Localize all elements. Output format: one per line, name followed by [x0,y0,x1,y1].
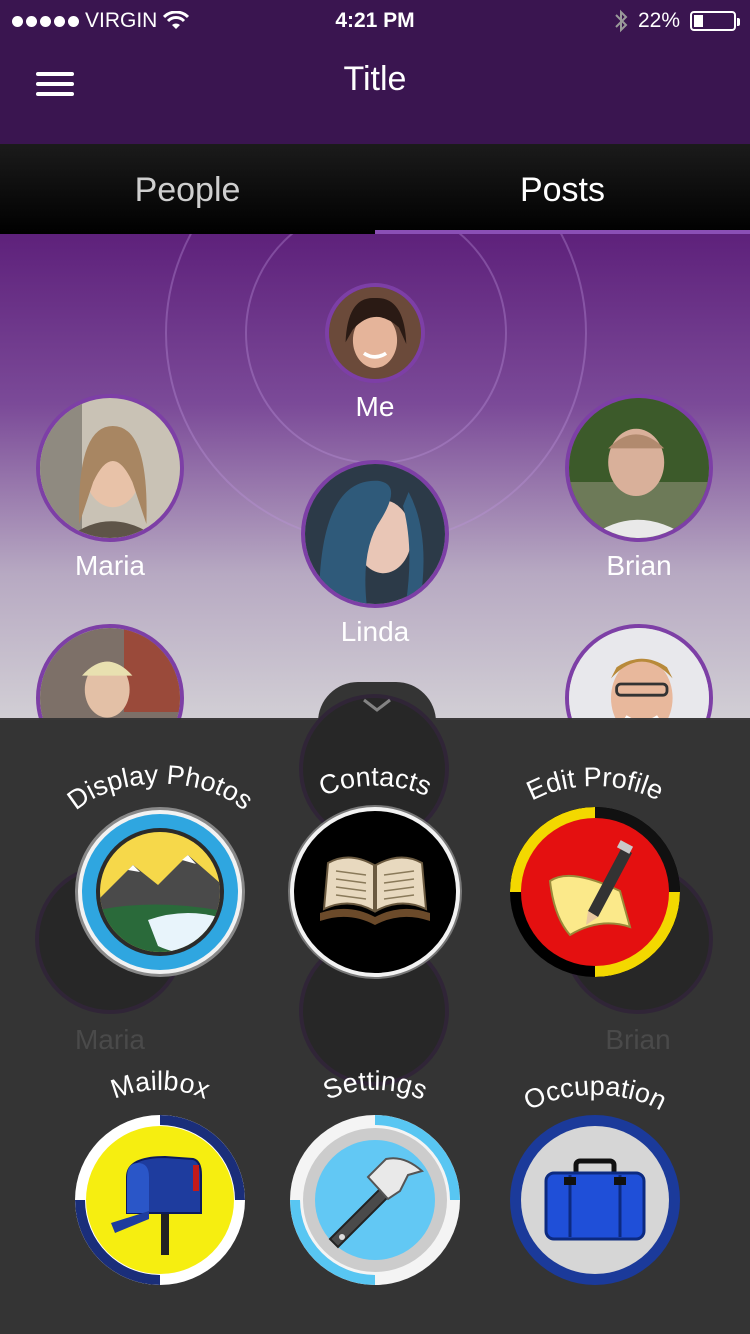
person-name: Maria [74,550,145,581]
navigation-bar: VIRGIN 4:21 PM 22% Title [0,0,750,144]
status-bar: VIRGIN 4:21 PM 22% [0,0,750,40]
action-label: Occupation [519,1071,672,1116]
avatar [565,394,713,542]
edit-profile-button[interactable]: Edit Profile [490,755,700,985]
avatar [301,460,449,608]
settings-button[interactable]: Settings [270,1065,480,1295]
person-avatar-row2-right[interactable] [563,624,715,720]
page-title: Title [343,60,407,98]
people-radar: Me Maria Linda Brian [0,234,750,720]
bluetooth-icon [615,9,628,33]
action-label: Contacts [315,762,436,802]
mailbox-icon [75,1115,245,1285]
svg-text:Mailbox: Mailbox [107,1066,215,1105]
display-photos-button[interactable]: Display Photos [55,755,265,985]
ghost-name: Brian [605,1024,671,1055]
person-linda[interactable]: Linda [299,460,451,648]
svg-text:Edit Profile: Edit Profile [522,762,668,806]
svg-text:Occupation: Occupation [519,1071,672,1116]
svg-text:Settings: Settings [319,1066,432,1106]
avatar [565,624,713,720]
person-name: Me [355,391,395,422]
tab-people[interactable]: People [0,144,375,234]
battery-icon [690,11,740,31]
mailbox-button[interactable]: Mailbox [55,1065,265,1295]
person-avatar-row2-left[interactable] [35,624,185,720]
svg-text:Contacts: Contacts [315,762,436,802]
action-label: Mailbox [107,1066,215,1105]
tab-posts[interactable]: Posts [375,144,750,234]
avatar [36,624,184,720]
book-icon [290,807,460,977]
hammer-icon [290,1115,460,1285]
person-maria[interactable]: Maria [35,394,185,582]
person-name: Brian [606,550,672,581]
occupation-button[interactable]: Occupation [490,1065,700,1295]
avatar [36,394,184,542]
person-me[interactable]: Me [321,283,429,423]
contacts-button[interactable]: Contacts [270,755,480,985]
tab-bar: People Posts [0,144,750,234]
action-label: Edit Profile [522,762,668,806]
landscape-icon [75,807,245,977]
ghost-name: Maria [74,1024,145,1055]
avatar [325,283,425,383]
person-brian[interactable]: Brian [563,394,715,582]
pen-paper-icon [510,807,680,977]
action-label: Settings [319,1066,432,1106]
briefcase-icon [510,1115,680,1285]
person-name: Linda [340,616,410,647]
battery-percent: 22% [637,9,680,32]
